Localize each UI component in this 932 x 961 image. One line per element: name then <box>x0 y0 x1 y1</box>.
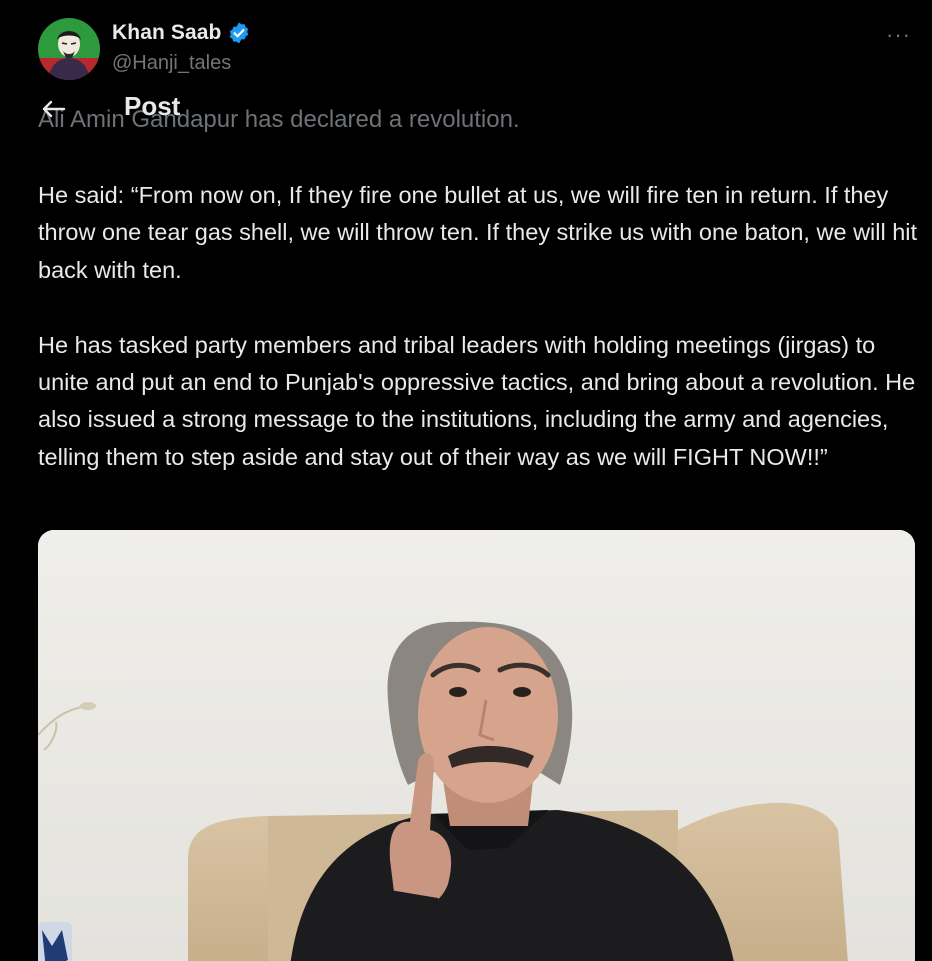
avatar-image <box>38 18 100 80</box>
author-handle[interactable]: @Hanji_tales <box>112 52 231 75</box>
author-name-row[interactable]: Khan Saab <box>112 21 251 45</box>
post-paragraph-2: He has tasked party members and tribal l… <box>38 331 916 470</box>
media-photo <box>38 530 915 961</box>
verified-badge-icon <box>230 22 249 44</box>
post-lead-line: Ali Amin Gandapur has declared a revolut… <box>38 106 520 133</box>
post-media-image[interactable] <box>38 530 915 961</box>
author-display-name[interactable]: Khan Saab <box>112 21 221 45</box>
author-avatar[interactable] <box>38 18 100 80</box>
more-options-icon[interactable]: ··· <box>886 22 911 48</box>
post-body: He said: “From now on, If they fire one … <box>38 177 918 476</box>
post-paragraph-1: He said: “From now on, If they fire one … <box>38 182 918 283</box>
page-title: Post <box>124 91 181 121</box>
back-arrow-icon[interactable] <box>38 94 68 124</box>
